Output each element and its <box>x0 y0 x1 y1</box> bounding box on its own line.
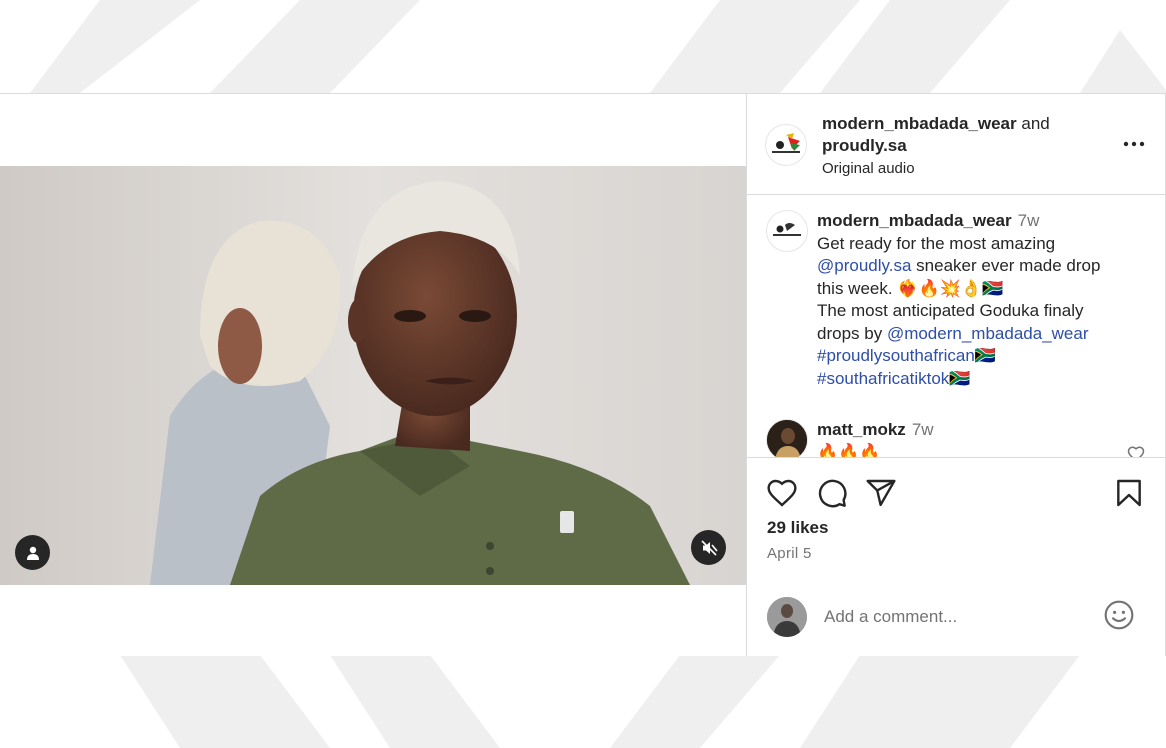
comment-text: 🔥🔥🔥 <box>817 442 881 458</box>
actions-bar: 29 likes April 5 <box>747 457 1165 568</box>
caption-author-avatar[interactable] <box>766 210 808 252</box>
paper-plane-icon <box>866 479 896 507</box>
heart-icon <box>767 479 797 507</box>
likes-count[interactable]: 29 likes <box>767 518 828 538</box>
post-sidebar: modern_mbadada_wear and proudly.sa Origi… <box>746 94 1166 656</box>
bookmark-icon <box>1117 479 1141 507</box>
tag-users-button[interactable] <box>15 535 50 570</box>
hashtag-southafricatiktok[interactable]: #southafricatiktok <box>817 369 949 388</box>
caption-time[interactable]: 7w <box>1018 211 1040 230</box>
video-player[interactable] <box>0 166 746 585</box>
media-panel <box>0 94 746 656</box>
more-options-button[interactable] <box>1121 134 1147 154</box>
audio-label[interactable]: Original audio <box>822 157 1050 180</box>
more-options-icon <box>1123 141 1145 147</box>
comment-bubble-icon <box>818 479 847 508</box>
comments-section: modern_mbadada_wear 7w Get ready for the … <box>747 195 1165 457</box>
muted-speaker-icon <box>700 539 718 556</box>
caption: modern_mbadada_wear 7w Get ready for the … <box>817 210 1127 390</box>
unmute-button[interactable] <box>691 530 726 565</box>
comment-button[interactable] <box>816 477 848 509</box>
add-comment-row <box>747 589 1165 649</box>
collab-joiner: and <box>1021 114 1050 133</box>
heart-icon <box>1127 446 1145 457</box>
commenter-avatar[interactable] <box>766 419 808 457</box>
comment-time[interactable]: 7w <box>912 420 934 439</box>
brand-logo-icon <box>772 133 800 153</box>
commenter-photo <box>767 420 807 457</box>
post-header-text: modern_mbadada_wear and proudly.sa Origi… <box>822 113 1050 180</box>
emoji-button[interactable] <box>1103 599 1135 631</box>
share-button[interactable] <box>865 477 897 509</box>
hashtag-proudlysouthafrican[interactable]: #proudlysouthafrican <box>817 346 975 365</box>
caption-mention-mbadada[interactable]: @modern_mbadada_wear <box>887 324 1089 343</box>
instagram-post: modern_mbadada_wear and proudly.sa Origi… <box>0 93 1166 656</box>
flag-emoji: 🇿🇦 <box>974 346 996 365</box>
coauthor-username[interactable]: proudly.sa <box>822 135 1050 157</box>
comment-username[interactable]: matt_mokz <box>817 420 906 439</box>
comment-like-button[interactable] <box>1127 445 1145 457</box>
save-button[interactable] <box>1113 477 1145 509</box>
author-username[interactable]: modern_mbadada_wear <box>822 114 1017 133</box>
video-frame <box>0 166 746 585</box>
brand-logo-icon <box>773 223 801 236</box>
author-avatar[interactable] <box>765 124 807 166</box>
caption-username[interactable]: modern_mbadada_wear <box>817 211 1012 230</box>
user-photo <box>767 597 807 637</box>
caption-mention-proudly[interactable]: @proudly.sa <box>817 256 911 275</box>
flag-emoji: 🇿🇦 <box>949 368 971 388</box>
caption-line1: Get ready for the most amazing <box>817 233 1056 253</box>
like-button[interactable] <box>766 477 798 509</box>
post-header: modern_mbadada_wear and proudly.sa Origi… <box>747 94 1165 195</box>
comment-input[interactable] <box>822 599 1096 635</box>
user-tag-icon <box>26 546 39 560</box>
post-date[interactable]: April 5 <box>767 545 812 562</box>
emoji-icon <box>1104 600 1134 630</box>
comment: matt_mokz 7w 🔥🔥🔥 <box>817 419 1127 457</box>
current-user-avatar <box>767 597 807 637</box>
